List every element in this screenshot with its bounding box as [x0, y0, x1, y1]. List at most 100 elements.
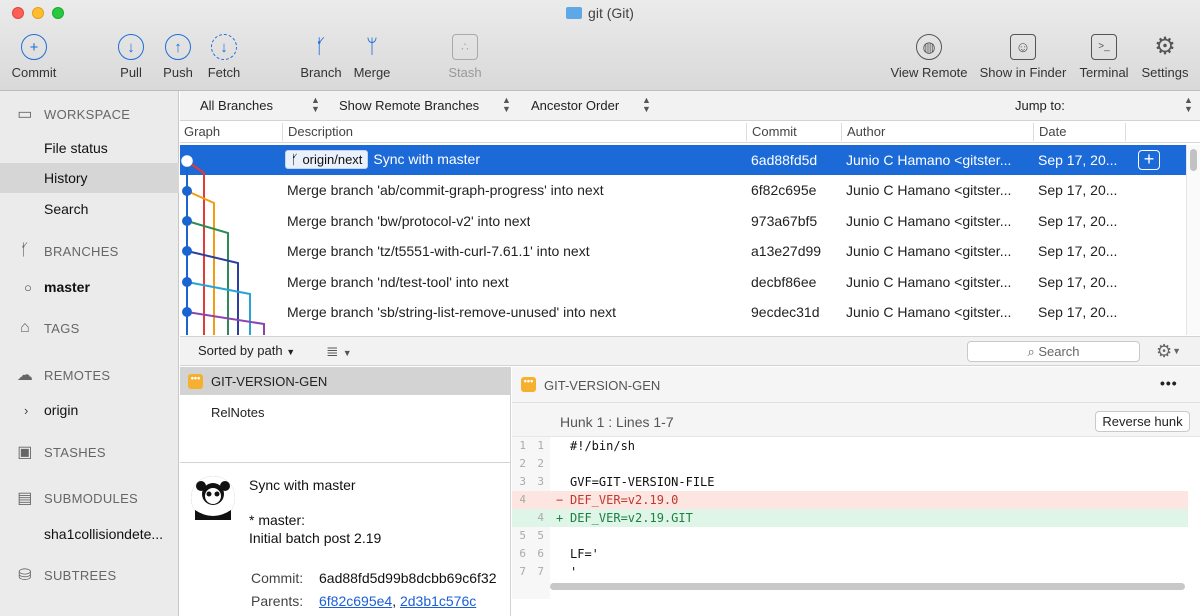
branch-icon: ᚶ	[315, 36, 327, 58]
changed-files-list: ••• GIT-VERSION-GEN RelNotes	[180, 367, 511, 462]
avatar	[191, 476, 235, 520]
parent-link[interactable]: 6f82c695e4	[319, 593, 392, 609]
sidebar-header-workspace[interactable]: ▭ WORKSPACE	[0, 99, 179, 129]
sidebar-header-stashes[interactable]: ▣ STASHES	[0, 437, 179, 467]
column-graph[interactable]: Graph	[184, 124, 220, 142]
old-line-number: 7	[519, 565, 526, 578]
sidebar-item-master[interactable]: ○ master	[0, 272, 179, 302]
commit-button[interactable]: + Commit	[10, 34, 58, 80]
settings-button[interactable]: ⚙ Settings	[1138, 33, 1192, 81]
old-line-number: 6	[519, 547, 526, 560]
new-line-number: 2	[537, 457, 544, 470]
diff-file-name: GIT-VERSION-GEN	[544, 378, 661, 393]
sidebar-header-subtrees[interactable]: ⛁ SUBTREES	[0, 560, 179, 590]
sidebar-header-remotes[interactable]: ☁ REMOTES	[0, 360, 179, 390]
diff-sign: +	[556, 511, 564, 525]
file-options-button[interactable]: ⚙▼	[1156, 341, 1181, 362]
hunk-title: Hunk 1 : Lines 1-7	[560, 414, 674, 430]
search-placeholder: Search	[1038, 344, 1080, 359]
commit-hash: 973a67bf5	[751, 213, 818, 229]
more-options-button[interactable]: •••	[1160, 375, 1178, 391]
column-divider[interactable]	[1033, 123, 1034, 141]
list-item[interactable]: RelNotes	[211, 405, 264, 420]
column-date[interactable]: Date	[1039, 124, 1066, 142]
table-row[interactable]: ᚶ origin/next Sync with master 6ad88fd5d …	[180, 145, 1186, 175]
sidebar-header-tags[interactable]: ⌂ TAGS	[0, 313, 179, 343]
sidebar-item-file-status[interactable]: File status	[0, 133, 179, 163]
pull-button[interactable]: ↓ Pull	[116, 34, 146, 80]
new-line-number: 5	[537, 529, 544, 542]
sidebar-item-submodule[interactable]: sha1collisiondete...	[0, 519, 179, 549]
list-icon: ≣	[326, 343, 339, 360]
commit-list-scrollbar[interactable]	[1186, 145, 1200, 335]
diff-code: DEF_VER=v2.19.0	[570, 493, 679, 507]
commit-hash: a13e27d99	[751, 243, 822, 259]
order-select[interactable]: Ancestor Order	[531, 98, 619, 113]
scrollbar-thumb[interactable]	[550, 583, 1185, 590]
select-arrows-icon: ▲ ▼	[502, 95, 511, 114]
stash-button[interactable]: ∴ Stash	[446, 34, 484, 80]
commit-node	[182, 186, 192, 196]
sort-by-select[interactable]: Sorted by path ▼	[198, 343, 295, 358]
column-divider[interactable]	[841, 123, 842, 141]
table-row[interactable]: Merge branch 'bw/protocol-v2' into next …	[180, 206, 1186, 236]
commit-description: Merge branch 'tz/t5551-with-curl-7.61.1'…	[287, 243, 590, 259]
column-divider[interactable]	[746, 123, 747, 141]
fetch-button[interactable]: ↓ Fetch	[204, 34, 244, 80]
view-mode-button[interactable]: ≣ ▼	[326, 342, 352, 360]
branches-filter-select[interactable]: All Branches	[200, 98, 273, 113]
sidebar-header-branches[interactable]: ᚶ BRANCHES	[0, 236, 179, 266]
table-row[interactable]: Merge branch 'tz/t5551-with-curl-7.61.1'…	[180, 236, 1186, 266]
diff-line: 3 3 GVF=GIT-VERSION-FILE	[512, 473, 1188, 491]
file-search-input[interactable]: ⌕ Search	[967, 341, 1140, 362]
column-author[interactable]: Author	[847, 124, 885, 142]
list-item[interactable]: ••• GIT-VERSION-GEN	[180, 367, 511, 395]
branch-button[interactable]: ᚶ Branch	[299, 34, 343, 80]
commit-hash: 6f82c695e	[751, 182, 817, 198]
commit-body-line: Initial batch post 2.19	[249, 530, 382, 546]
add-column-button[interactable]: +	[1138, 150, 1160, 170]
commit-body-line: * master:	[249, 512, 306, 528]
view-remote-button[interactable]: ◍ View Remote	[887, 34, 971, 80]
old-line-number: 2	[519, 457, 526, 470]
table-row[interactable]: Merge branch 'sb/string-list-remove-unus…	[180, 297, 1186, 327]
hunk-header: Hunk 1 : Lines 1-7 Reverse hunk	[512, 403, 1200, 437]
commit-hash: 6ad88fd5d	[751, 152, 818, 168]
branch-tag-label: origin/next	[302, 152, 363, 167]
new-line-number: 6	[537, 547, 544, 560]
gear-icon: ⚙	[1154, 33, 1176, 60]
sidebar-item-origin[interactable]: › origin	[0, 395, 179, 425]
terminal-button[interactable]: >_ Terminal	[1077, 34, 1131, 80]
column-divider[interactable]	[1125, 123, 1126, 141]
parents-label: Parents:	[251, 593, 304, 609]
sidebar-item-search[interactable]: Search	[0, 194, 179, 224]
sidebar-item-history[interactable]: History	[0, 163, 179, 193]
commit-hash: decbf86ee	[751, 274, 817, 290]
table-row[interactable]: Merge branch 'ab/commit-graph-progress' …	[180, 175, 1186, 205]
history-filter-bar: All Branches ▲ ▼ Show Remote Branches ▲ ▼ …	[180, 91, 1200, 121]
scrollbar-thumb[interactable]	[1190, 149, 1197, 171]
jump-to-select[interactable]: Jump to:	[1015, 98, 1065, 113]
arrow-up-circle-icon: ↑	[165, 34, 191, 60]
column-description[interactable]: Description	[288, 124, 353, 142]
table-row[interactable]: Merge branch 'nd/test-tool' into next de…	[180, 267, 1186, 297]
sidebar-header-submodules[interactable]: ▤ SUBMODULES	[0, 483, 179, 513]
column-divider[interactable]	[282, 123, 283, 141]
reverse-hunk-button[interactable]: Reverse hunk	[1095, 411, 1190, 432]
fetch-circle-icon: ↓	[211, 34, 237, 60]
remote-branches-select[interactable]: Show Remote Branches	[339, 98, 479, 113]
submodule-icon: ▤	[17, 490, 33, 507]
terminal-label: Terminal	[1079, 65, 1129, 80]
title-toolbar: git (Git) + Commit ↓ Pull ↑ Push ↓ Fetch ᚶ Br…	[0, 0, 1200, 91]
merge-button[interactable]: ᛘ Merge	[351, 34, 393, 80]
column-commit[interactable]: Commit	[752, 124, 797, 142]
diff-horizontal-scrollbar[interactable]	[512, 581, 1200, 593]
push-button[interactable]: ↑ Push	[160, 34, 196, 80]
parent-link[interactable]: 2d3b1c576c	[400, 593, 476, 609]
diff-file-header: ••• GIT-VERSION-GEN •••	[512, 367, 1200, 403]
new-line-number: 3	[537, 475, 544, 488]
show-in-finder-button[interactable]: ☺ Show in Finder	[977, 34, 1069, 80]
commit-date: Sep 17, 20...	[1038, 304, 1118, 320]
commit-node	[182, 216, 192, 226]
diff-code: GVF=GIT-VERSION-FILE	[570, 475, 715, 489]
